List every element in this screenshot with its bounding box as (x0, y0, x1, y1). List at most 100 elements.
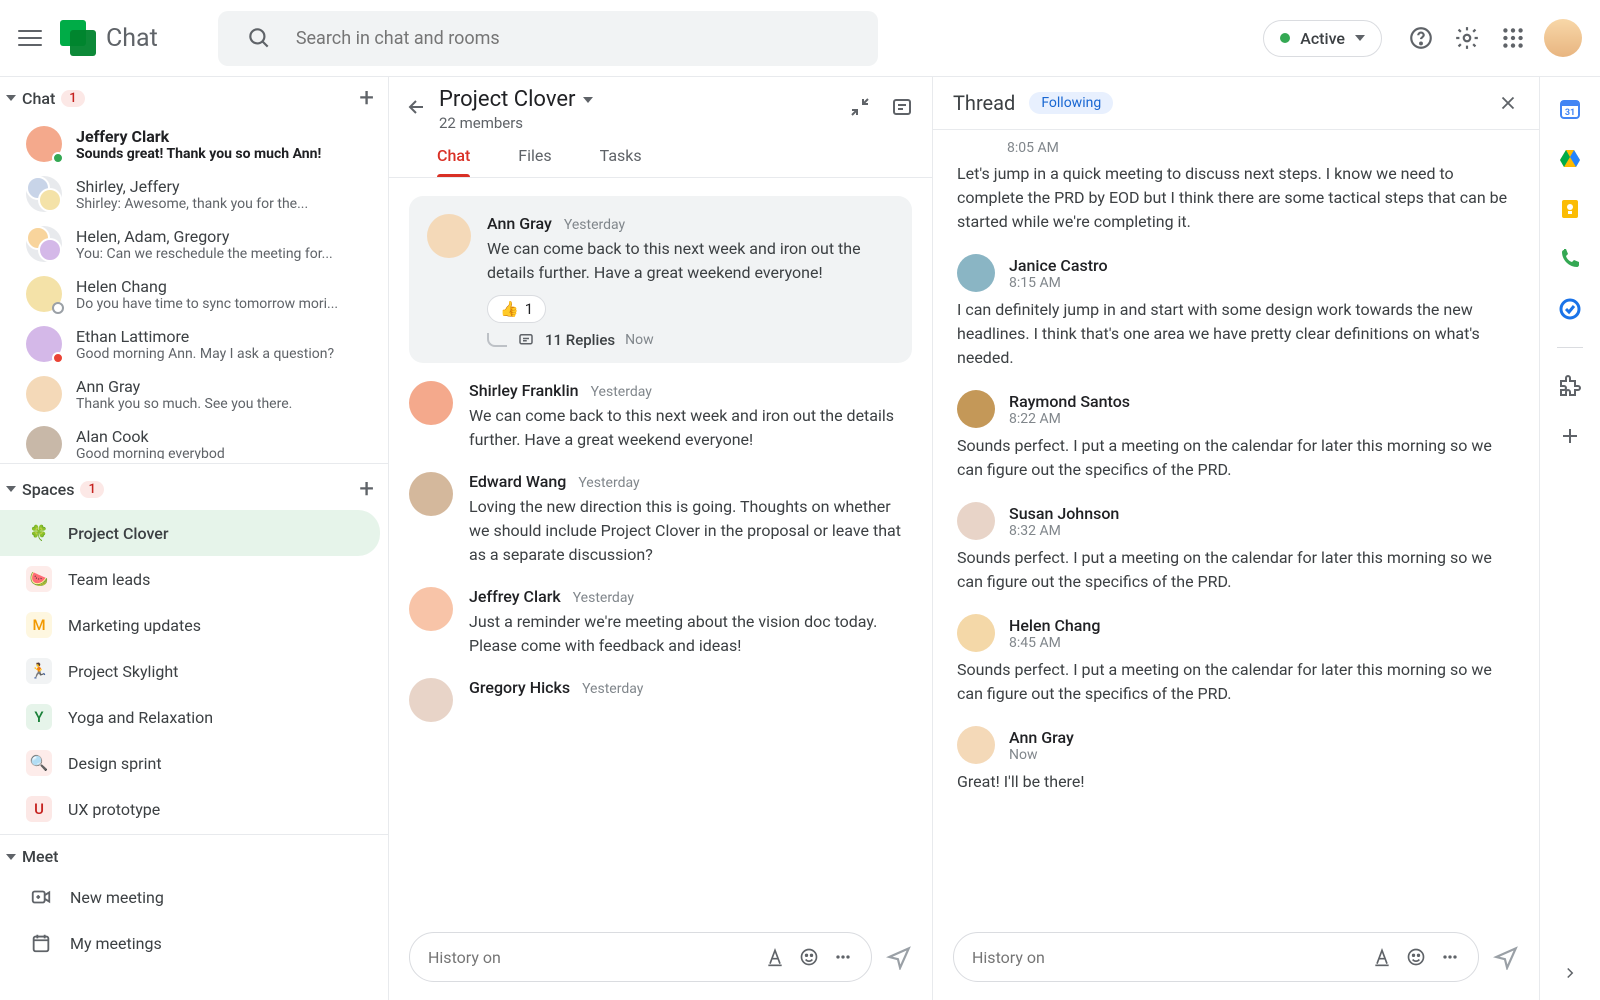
tab-files[interactable]: Files (518, 146, 551, 177)
caret-down-icon[interactable] (583, 97, 593, 103)
space-item[interactable]: MMarketing updates (0, 602, 380, 648)
chat-item[interactable]: Alan CookGood morning everybod (0, 419, 388, 459)
emoji-icon[interactable] (1406, 947, 1426, 967)
message-time: 8:22 AM (1009, 411, 1130, 427)
search-input[interactable] (296, 28, 860, 49)
avatar (957, 502, 995, 540)
side-rail: 31 (1540, 77, 1600, 1000)
extensions-icon[interactable] (1558, 374, 1582, 398)
thread-composer[interactable] (953, 932, 1479, 982)
new-chat-button[interactable]: + (359, 85, 374, 111)
message-time: 8:15 AM (1009, 275, 1108, 291)
presence-dot-icon (52, 352, 64, 364)
add-app-icon[interactable] (1558, 424, 1582, 448)
message-composer[interactable] (409, 932, 872, 982)
avatar (409, 587, 453, 631)
account-avatar[interactable] (1544, 19, 1582, 57)
caret-down-icon[interactable] (6, 486, 16, 492)
settings-gear-icon[interactable] (1454, 25, 1480, 51)
reaction-chip[interactable]: 👍1 (487, 295, 546, 323)
thread-message: Raymond Santos8:22 AMSounds perfect. I p… (957, 390, 1515, 482)
calendar-icon (30, 932, 52, 954)
avatar (409, 472, 453, 516)
thread-message: Helen Chang8:45 AM Sounds perfect. I put … (957, 614, 1515, 706)
space-item[interactable]: 🍉Team leads (0, 556, 380, 602)
drive-app-icon[interactable] (1558, 147, 1582, 171)
space-item[interactable]: 🔍Design sprint (0, 740, 380, 786)
avatar (957, 614, 995, 652)
message-text: Sounds perfect. I put a meeting on the c… (957, 658, 1515, 706)
chat-item[interactable]: Helen ChangDo you have time to sync tomo… (0, 269, 388, 319)
format-icon[interactable] (1372, 947, 1392, 967)
message-author: Janice Castro (1009, 256, 1108, 275)
meet-item[interactable]: New meeting (0, 874, 388, 920)
collapse-icon[interactable] (848, 95, 872, 119)
composer-input[interactable] (428, 948, 751, 967)
replies-summary[interactable]: 11 Replies Now (487, 331, 894, 349)
emoji-icon[interactable] (799, 947, 819, 967)
send-button[interactable] (1493, 944, 1519, 970)
spaces-section-header[interactable]: Spaces 1 + (0, 468, 388, 510)
tab-tasks[interactable]: Tasks (600, 146, 642, 177)
message-time: 8:32 AM (1009, 523, 1119, 539)
main-menu-button[interactable] (18, 26, 42, 50)
space-icon: Y (26, 704, 52, 730)
phone-app-icon[interactable] (1558, 247, 1582, 271)
space-item[interactable]: UUX prototype (0, 786, 380, 830)
thread-panel-icon[interactable] (890, 95, 914, 119)
message-text: Sounds perfect. I put a meeting on the c… (957, 546, 1515, 594)
space-item[interactable]: 🏃Project Skylight (0, 648, 380, 694)
chat-preview: Shirley: Awesome, thank you for the... (76, 196, 374, 212)
close-icon[interactable] (1497, 92, 1519, 114)
meet-item[interactable]: My meetings (0, 920, 388, 966)
message-time: Yesterday (564, 217, 625, 233)
message-author: Helen Chang (1009, 616, 1100, 635)
back-arrow-icon[interactable] (405, 95, 429, 119)
apps-grid-icon[interactable] (1500, 25, 1526, 51)
space-item[interactable]: YYoga and Relaxation (0, 694, 380, 740)
message-text: Just a reminder we're meeting about the … (469, 610, 912, 658)
help-icon[interactable] (1408, 25, 1434, 51)
space-item[interactable]: 🍀Project Clover (0, 510, 380, 556)
chat-item[interactable]: Ethan LattimoreGood morning Ann. May I a… (0, 319, 388, 369)
more-icon[interactable] (1440, 947, 1460, 967)
spaces-list: 🍀Project Clover🍉Team leadsMMarketing upd… (0, 510, 388, 830)
keep-app-icon[interactable] (1558, 197, 1582, 221)
tab-chat[interactable]: Chat (437, 146, 470, 177)
new-space-button[interactable]: + (359, 476, 374, 502)
send-button[interactable] (886, 944, 912, 970)
status-selector[interactable]: Active (1263, 20, 1382, 57)
calendar-app-icon[interactable]: 31 (1558, 97, 1582, 121)
chat-item[interactable]: Jeffery ClarkSounds great! Thank you so … (0, 119, 388, 169)
tasks-app-icon[interactable] (1558, 297, 1582, 321)
chat-section-header[interactable]: Chat 1 + (0, 77, 388, 119)
reaction-count: 1 (525, 300, 533, 318)
chat-item[interactable]: Ann GrayThank you so much. See you there… (0, 369, 388, 419)
spaces-unread-badge: 1 (80, 481, 103, 498)
message: Shirley FranklinYesterdayWe can come bac… (409, 381, 912, 452)
format-icon[interactable] (765, 947, 785, 967)
conversation-subtitle: 22 members (439, 114, 830, 132)
more-icon[interactable] (833, 947, 853, 967)
meet-item-label: New meeting (70, 888, 164, 907)
message-text: I can definitely jump in and start with … (957, 298, 1515, 370)
avatar (409, 381, 453, 425)
search-icon (246, 25, 272, 51)
featured-message-card[interactable]: Ann GrayYesterday We can come back to th… (409, 196, 912, 363)
chat-item[interactable]: Shirley, JefferyShirley: Awesome, thank … (0, 169, 388, 219)
following-chip[interactable]: Following (1029, 92, 1113, 114)
collapse-rail-icon[interactable] (1561, 964, 1579, 982)
meet-section-header[interactable]: Meet (0, 839, 388, 874)
thread-message: Susan Johnson8:32 AMSounds perfect. I pu… (957, 502, 1515, 594)
thread-composer-input[interactable] (972, 948, 1358, 967)
message: Jeffrey ClarkYesterdayJust a reminder we… (409, 587, 912, 658)
search-bar[interactable] (218, 11, 878, 66)
caret-down-icon[interactable] (6, 854, 16, 860)
chat-item[interactable]: Helen, Adam, GregoryYou: Can we reschedu… (0, 219, 388, 269)
caret-down-icon[interactable] (6, 95, 16, 101)
conversation-tabs: Chat Files Tasks (389, 132, 932, 178)
space-icon: 🍉 (26, 566, 52, 592)
message-author: Raymond Santos (1009, 392, 1130, 411)
message-time: 8:45 AM (1009, 635, 1100, 651)
reply-icon (517, 331, 535, 349)
